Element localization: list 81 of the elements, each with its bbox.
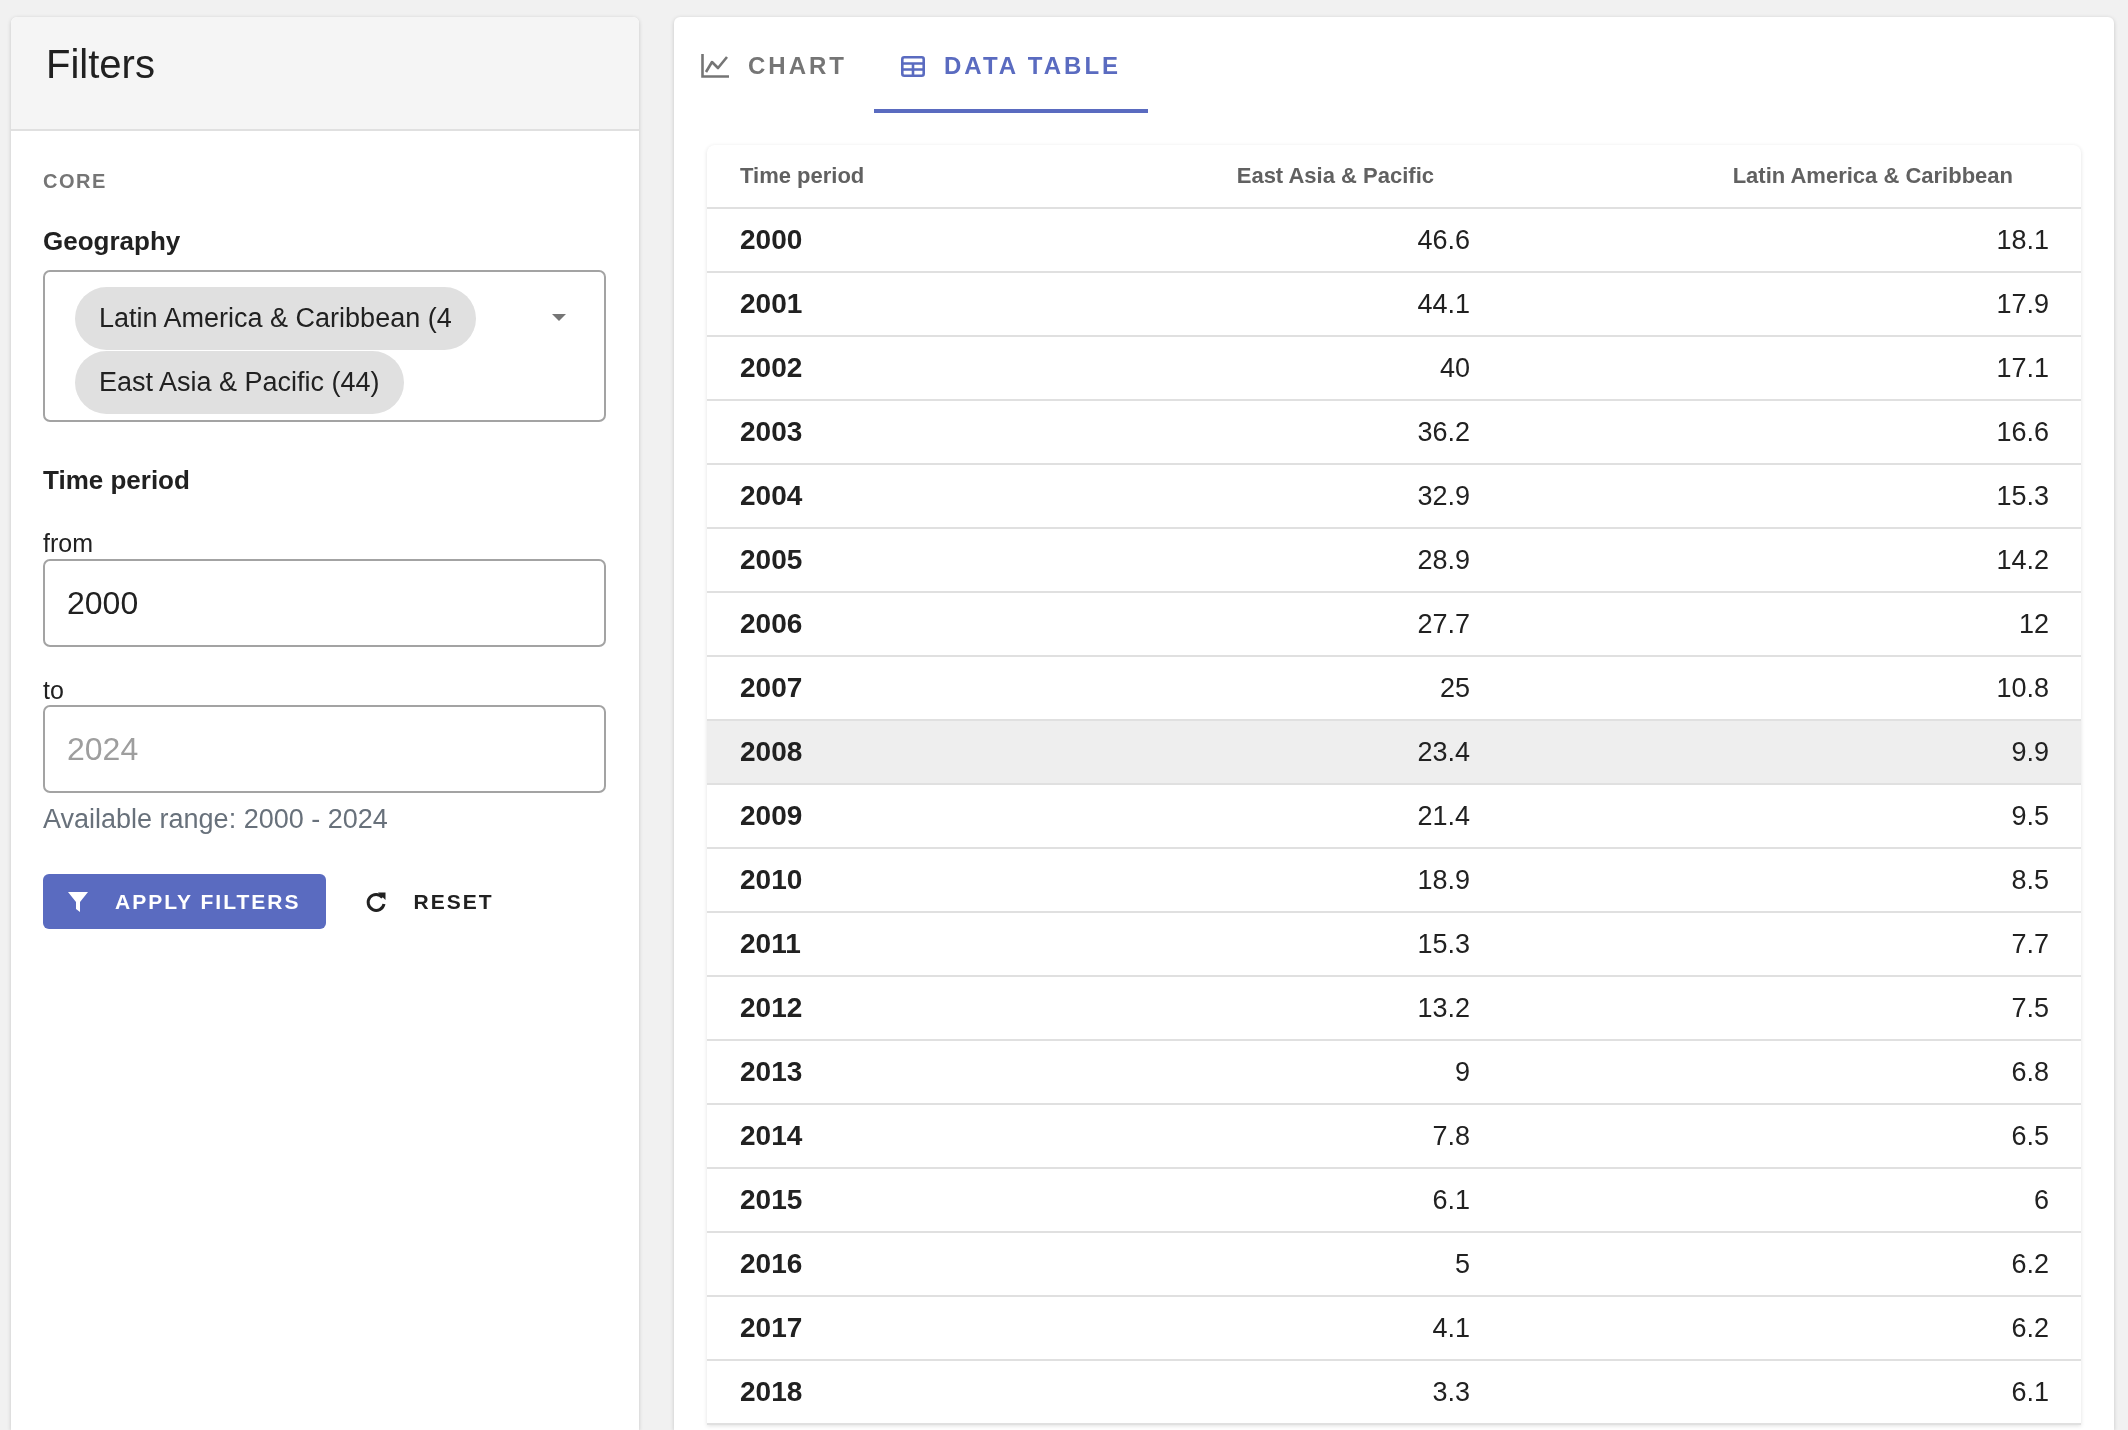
table-cell: 8.5 [2011, 864, 2049, 896]
column-header: Latin America & Caribbean [1732, 163, 2013, 189]
table-cell: 23.4 [1417, 736, 1470, 768]
table-cell: 2003 [740, 416, 803, 448]
table-cell: 2010 [740, 864, 803, 896]
table-cell: 2013 [740, 1056, 803, 1088]
filters-title: Filters [46, 41, 155, 88]
table-cell: 17.1 [1996, 352, 2049, 384]
table-cell: 6.1 [1432, 1184, 1470, 1216]
table-cell: 25 [1439, 672, 1470, 704]
table-cell: 44.1 [1417, 288, 1470, 320]
to-year-field[interactable]: 2024 [43, 705, 606, 793]
table-cell: 2009 [740, 800, 803, 832]
table-cell: 9.5 [2011, 800, 2049, 832]
group-label: Geography [43, 225, 181, 257]
table-cell: 2007 [740, 672, 803, 704]
table-cell: 6.2 [2011, 1248, 2049, 1280]
table-icon [901, 55, 925, 77]
region-chip: Latin America & Caribbean (4 [75, 287, 476, 350]
table-cell: 7.8 [1432, 1120, 1470, 1152]
reset-button[interactable]: RESET [353, 874, 506, 929]
table-cell: 2005 [740, 544, 803, 576]
table-cell: 2004 [740, 480, 803, 512]
table-cell: 6.1 [2011, 1376, 2049, 1408]
field-label: to [43, 675, 64, 705]
table-cell: 13.2 [1417, 992, 1470, 1024]
table-cell: 9 [1454, 1056, 1470, 1088]
table-cell: 6.2 [2011, 1312, 2049, 1344]
line-chart-icon [701, 54, 729, 78]
table-cell: 32.9 [1417, 480, 1470, 512]
group-label: Time period [43, 464, 190, 496]
helper-text: Available range: 2000 - 2024 [43, 803, 388, 835]
table-cell: 2000 [740, 224, 803, 256]
table-cell: 2006 [740, 608, 803, 640]
table-cell: 2001 [740, 288, 803, 320]
table-cell: 9.9 [2011, 736, 2049, 768]
table-cell: 10.8 [1996, 672, 2049, 704]
table-cell: 2018 [740, 1376, 803, 1408]
table-cell: 21.4 [1417, 800, 1470, 832]
table-cell: 2015 [740, 1184, 803, 1216]
table-cell: 36.2 [1417, 416, 1470, 448]
filter-icon [67, 890, 89, 913]
apply-filters-button[interactable]: APPLY FILTERS [43, 874, 327, 929]
from-year-field[interactable]: 2000 [43, 559, 606, 647]
table-cell: 15.3 [1417, 928, 1470, 960]
caret-icon [552, 314, 566, 321]
table-cell: 6.8 [2011, 1056, 2049, 1088]
table-cell: 2008 [740, 736, 803, 768]
column-header: Time period [740, 163, 865, 189]
table-cell: 2016 [740, 1248, 803, 1280]
table-cell: 27.7 [1417, 608, 1470, 640]
table-cell: 40 [1439, 352, 1470, 384]
table-cell: 3.3 [1432, 1376, 1470, 1408]
table-cell: 12 [2018, 608, 2049, 640]
table-cell: 2002 [740, 352, 803, 384]
table-cell: 5 [1454, 1248, 1470, 1280]
table-cell: 14.2 [1996, 544, 2049, 576]
table-cell: 4.1 [1432, 1312, 1470, 1344]
column-header: East Asia & Pacific [1236, 163, 1434, 189]
table-cell: 6.5 [2011, 1120, 2049, 1152]
table-cell: 17.9 [1996, 288, 2049, 320]
table-cell: 18.9 [1417, 864, 1470, 896]
table-cell: 2017 [740, 1312, 803, 1344]
view-tab[interactable]: DATA TABLE [874, 17, 1149, 113]
table-cell: 46.6 [1417, 224, 1470, 256]
table-cell: 7.7 [2011, 928, 2049, 960]
table-cell: 28.9 [1417, 544, 1470, 576]
view-tab[interactable]: CHART [674, 17, 874, 113]
table-cell: 2011 [740, 928, 801, 960]
refresh-icon [365, 890, 388, 913]
table-cell: 2014 [740, 1120, 803, 1152]
table-cell: 18.1 [1996, 224, 2049, 256]
field-label: from [43, 528, 93, 558]
table-cell: 15.3 [1996, 480, 2049, 512]
table-cell: 7.5 [2011, 992, 2049, 1024]
table-cell: 6 [2033, 1184, 2049, 1216]
geography-select[interactable]: Latin America & Caribbean (4 East Asia & Pacific (44) [43, 270, 606, 422]
section-label: CORE [43, 169, 107, 193]
table-cell: 16.6 [1996, 416, 2049, 448]
region-chip: East Asia & Pacific (44) [75, 351, 404, 414]
table-cell: 2012 [740, 992, 803, 1024]
